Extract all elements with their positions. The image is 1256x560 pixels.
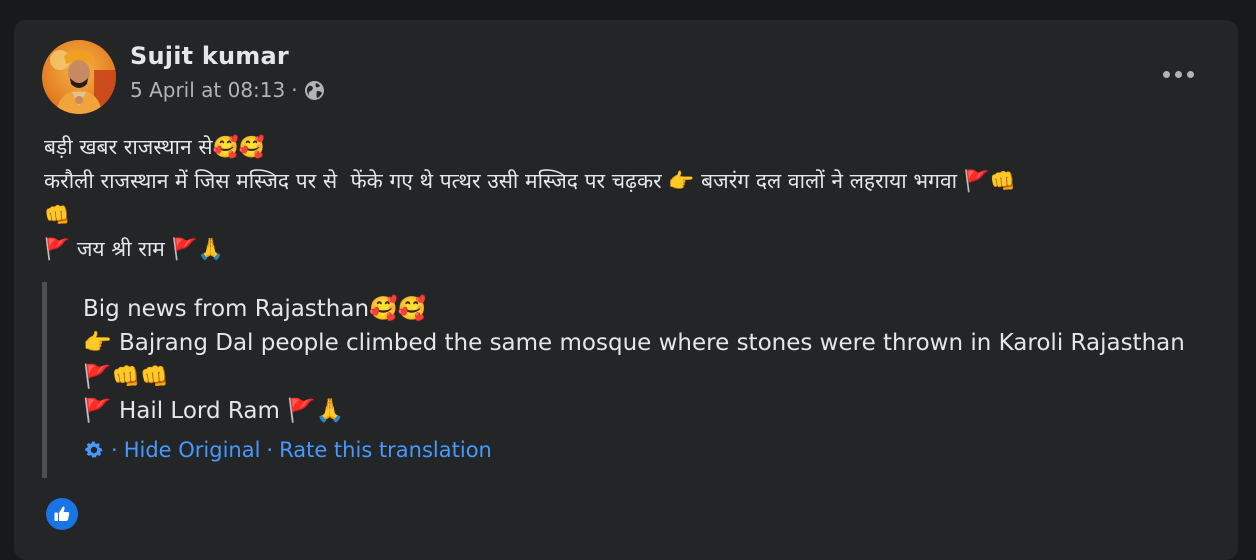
- translation-line: 🚩👊👊: [83, 364, 169, 390]
- translated-text: Big news from Rajasthan🥰🥰 👉 Bajrang Dal …: [83, 292, 1203, 428]
- translation-line: 👉 Bajrang Dal people climbed the same mo…: [83, 330, 1185, 356]
- translation-line: 🚩 Hail Lord Ram 🚩🙏: [83, 398, 345, 424]
- translation-block: Big news from Rajasthan🥰🥰 👉 Bajrang Dal …: [42, 282, 1207, 478]
- post-meta: 5 April at 08:13 ·: [130, 78, 325, 102]
- avatar[interactable]: [42, 40, 116, 114]
- meta-separator: ·: [291, 78, 298, 102]
- gear-icon[interactable]: [83, 439, 105, 461]
- globe-icon[interactable]: [304, 80, 325, 101]
- translation-actions: · Hide Original · Rate this translation: [83, 438, 492, 462]
- more-options-icon[interactable]: [1158, 60, 1198, 88]
- avatar-image: [42, 40, 116, 114]
- like-icon[interactable]: [46, 498, 78, 530]
- author-name[interactable]: Sujit kumar: [130, 42, 289, 70]
- translation-line: Big news from Rajasthan🥰🥰: [83, 296, 427, 322]
- hide-original-link[interactable]: Hide Original: [124, 438, 261, 462]
- post-line: करौली राजस्थान में जिस मस्जिद पर से फेंक…: [44, 169, 1017, 193]
- rate-translation-link[interactable]: Rate this translation: [279, 438, 492, 462]
- post-line: 🚩 जय श्री राम 🚩🙏: [44, 237, 224, 261]
- post-line: बड़ी खबर राजस्थान से🥰🥰: [44, 135, 265, 159]
- post-timestamp[interactable]: 5 April at 08:13: [130, 78, 285, 102]
- action-separator: ·: [111, 438, 118, 462]
- action-separator: ·: [266, 438, 274, 462]
- post-card: Sujit kumar 5 April at 08:13 · बड़ी खबर …: [14, 20, 1238, 560]
- post-line: 👊: [44, 203, 71, 227]
- post-body: बड़ी खबर राजस्थान से🥰🥰 करौली राजस्थान मे…: [44, 130, 1224, 266]
